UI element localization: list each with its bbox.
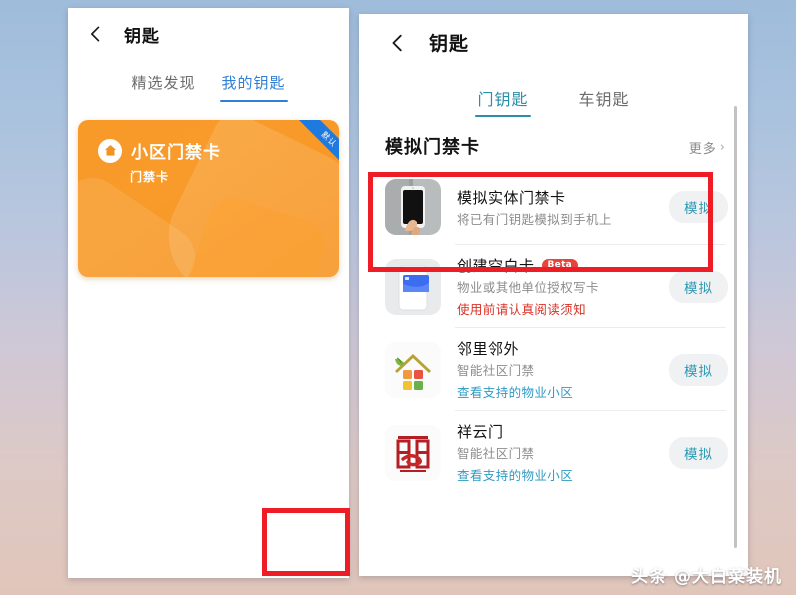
blank-card-phone-icon [385, 258, 441, 315]
key-card-container: 默认 小区门禁卡 门禁卡 [68, 102, 349, 277]
list-item-title-text: 模拟实体门禁卡 [457, 188, 566, 207]
access-card-list: 模拟实体门禁卡 将已有门钥匙模拟到手机上 模拟 创建空白卡 Beta 物业或其他… [359, 169, 748, 494]
community-access-card[interactable]: 默认 小区门禁卡 门禁卡 [78, 120, 339, 277]
list-item-body: 模拟实体门禁卡 将已有门钥匙模拟到手机上 [457, 187, 661, 228]
simulate-button[interactable]: 模拟 [669, 436, 728, 469]
list-item-title: 祥云门 [457, 421, 661, 442]
list-item-desc: 智能社区门禁 [457, 446, 535, 461]
card-header: 小区门禁卡 [78, 120, 339, 163]
home-icon [98, 138, 122, 163]
right-app-bar: 钥匙 [359, 14, 748, 70]
page-title: 钥匙 [429, 32, 470, 55]
tab-my-keys[interactable]: 我的钥匙 [219, 70, 288, 102]
simulate-button[interactable]: 模拟 [669, 353, 728, 386]
list-item-title-text: 创建空白卡 [457, 257, 535, 275]
list-item[interactable]: 邻里邻外 智能社区门禁 查看支持的物业小区 模拟 [359, 328, 748, 411]
tab-door-key-label: 门钥匙 [477, 90, 529, 109]
back-arrow-icon[interactable] [86, 24, 106, 44]
list-item-title-text: 邻里邻外 [457, 340, 520, 358]
list-item-body: 创建空白卡 Beta 物业或其他单位授权写卡 使用前请认真阅读须知 [457, 255, 661, 318]
list-item-title: 邻里邻外 [457, 338, 661, 359]
list-item[interactable]: 模拟实体门禁卡 将已有门钥匙模拟到手机上 模拟 [359, 169, 748, 245]
list-item[interactable]: 祥云门 智能社区门禁 查看支持的物业小区 模拟 [359, 411, 748, 494]
chevron-right-icon: › [719, 140, 726, 155]
neighborhood-house-icon [385, 341, 441, 398]
simulate-button[interactable]: 模拟 [669, 191, 728, 223]
list-item-body: 邻里邻外 智能社区门禁 查看支持的物业小区 [457, 338, 661, 401]
phone-tap-photo-icon [385, 179, 441, 235]
section-header: 模拟门禁卡 更多 › [359, 119, 748, 169]
supported-communities-link[interactable]: 查看支持的物业小区 [457, 465, 661, 484]
left-app-bar: 钥匙 [68, 8, 349, 60]
tab-my-keys-label: 我的钥匙 [221, 74, 286, 92]
vertical-scrollbar[interactable] [734, 106, 737, 548]
list-item-desc: 物业或其他单位授权写卡 [457, 280, 599, 295]
list-item-desc: 智能社区门禁 [457, 363, 535, 378]
list-item-title-text: 祥云门 [457, 423, 504, 441]
right-phone-panel: 钥匙 门钥匙 车钥匙 模拟门禁卡 更多 › 模拟实体门禁卡 将已有门钥匙模拟到手… [359, 14, 748, 576]
list-item[interactable]: 创建空白卡 Beta 物业或其他单位授权写卡 使用前请认真阅读须知 模拟 [359, 245, 748, 328]
list-item-warning: 使用前请认真阅读须知 [457, 302, 587, 317]
left-phone-panel: 钥匙 精选发现 我的钥匙 默认 小区门禁卡 门禁卡 [68, 8, 349, 578]
page-title: 钥匙 [124, 26, 160, 47]
back-arrow-icon[interactable] [387, 32, 407, 52]
card-subtitle: 门禁卡 [130, 170, 170, 184]
xiangyunmen-gate-icon [385, 424, 441, 481]
list-item-desc: 将已有门钥匙模拟到手机上 [457, 211, 612, 227]
list-item-body: 祥云门 智能社区门禁 查看支持的物业小区 [457, 421, 661, 484]
right-tab-bar: 门钥匙 车钥匙 [359, 70, 748, 119]
screenshot-stage: 钥匙 精选发现 我的钥匙 默认 小区门禁卡 门禁卡 钥匙 门钥匙 车钥匙 模拟门… [0, 0, 796, 595]
card-title: 小区门禁卡 [131, 143, 221, 163]
tab-featured-label: 精选发现 [131, 74, 196, 92]
list-item-title: 模拟实体门禁卡 [457, 187, 661, 208]
tab-door-key[interactable]: 门钥匙 [475, 84, 531, 119]
list-item-title: 创建空白卡 Beta [457, 255, 661, 276]
simulate-button[interactable]: 模拟 [669, 270, 728, 303]
tab-featured[interactable]: 精选发现 [129, 70, 197, 102]
tab-car-key-label: 车钥匙 [578, 90, 630, 109]
watermark: 头条 @大白菜装机 [631, 567, 782, 587]
supported-communities-link[interactable]: 查看支持的物业小区 [457, 382, 661, 401]
more-link[interactable]: 更多 › [689, 138, 726, 157]
left-tab-bar: 精选发现 我的钥匙 [68, 60, 349, 102]
more-label: 更多 [688, 142, 717, 157]
section-title: 模拟门禁卡 [385, 137, 480, 158]
beta-badge: Beta [541, 259, 579, 272]
tab-car-key[interactable]: 车钥匙 [577, 84, 632, 119]
